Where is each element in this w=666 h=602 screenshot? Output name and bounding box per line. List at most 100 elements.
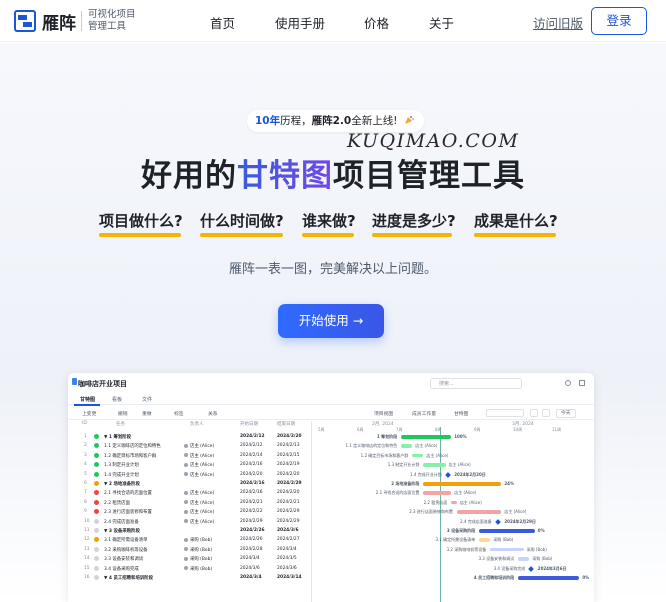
top-navbar: 雁阵 可视化项目 管理工具 首页 使用手册 价格 关于 访问旧版 登录 [0, 0, 666, 42]
owner-label: 店主 (Alice) [454, 490, 477, 496]
summary-bar[interactable] [423, 482, 502, 486]
tab-kanban[interactable]: 看板 [112, 396, 122, 403]
zoom-out-icon[interactable] [530, 409, 538, 417]
brand-tagline: 可视化项目 管理工具 [88, 9, 138, 33]
bar-label: 1 筹划阶段 [376, 434, 398, 439]
toolbar-change[interactable]: 上变更 [82, 410, 96, 417]
tab-gantt[interactable]: 甘特图 [80, 396, 95, 403]
brand-name[interactable]: 雁阵 [42, 9, 76, 34]
toolbar-relation[interactable]: 关系 [208, 410, 218, 417]
bar-label: 2.1 寻找合适的店面位置 [375, 490, 420, 496]
search-input[interactable]: 搜索... [430, 378, 522, 389]
settings-icon[interactable] [565, 380, 571, 386]
task-bar[interactable] [412, 453, 424, 458]
announcement-pill[interactable]: 10年历程，雁阵2.0全新上线! [247, 110, 424, 132]
avatar [184, 566, 188, 571]
row-id: 14 [84, 556, 90, 562]
milestone-marker[interactable] [528, 565, 535, 572]
nav-link-manual[interactable]: 使用手册 [275, 13, 325, 32]
toolbar-redo[interactable]: 重做 [142, 410, 152, 417]
table-row[interactable]: 12 3.1 确定所需设备清单 采购 (Bob) 2024/2/26 2024/2/27 [68, 535, 308, 544]
nav-link-about[interactable]: 关于 [429, 13, 454, 32]
row-id: 6 [84, 481, 87, 486]
login-button[interactable]: 登录 [591, 7, 647, 35]
nav-link-home[interactable]: 首页 [210, 13, 235, 32]
table-row[interactable]: 13 3.2 采购咖啡机等设备 采购 (Bob) 2024/2/28 2024/3/4 [68, 545, 308, 554]
row-id: 1 [84, 434, 87, 439]
row-start: 2024/2/29 [240, 518, 263, 524]
table-row[interactable]: 2 1.1 定义咖啡店的定位和特色 店主 (Alice) 2024/2/12 2024/… [68, 441, 308, 450]
table-row[interactable]: 8 2.2 租赁店面 店主 (Alice) 2024/2/21 2024/2/21 [68, 498, 308, 507]
task-bar[interactable] [490, 547, 524, 552]
date-label: 2024年2月29日 [504, 518, 536, 524]
toolbar-undo[interactable]: 撤销 [118, 410, 128, 417]
summary-bar[interactable] [479, 529, 535, 533]
row-owner: 采购 (Bob) [190, 557, 213, 563]
row-start: 2024/2/16 [240, 462, 263, 468]
table-row[interactable]: 4 1.3 制定开业计划 店主 (Alice) 2024/2/16 2024/2/19 [68, 460, 308, 469]
pill-text-1: 历程， [280, 115, 312, 127]
row-start: 2024/2/28 [240, 546, 263, 552]
date-label: 2024年3月6日 [537, 565, 567, 571]
old-version-link[interactable]: 访问旧版 [533, 13, 583, 32]
hero-title-suffix: 项目管理工具 [333, 158, 525, 194]
task-bar[interactable] [518, 557, 530, 561]
status-icon [94, 575, 99, 580]
row-owner: 店主 (Alice) [190, 519, 215, 525]
summary-bar[interactable] [401, 435, 452, 439]
tab-files[interactable]: 文件 [142, 396, 152, 403]
bar-label: 2.3 进行店面装修和布置 [409, 509, 453, 515]
today-button[interactable]: 今天 [556, 409, 576, 418]
task-bar[interactable] [456, 510, 502, 514]
avatar [184, 490, 188, 495]
row-id: 2 [84, 443, 87, 449]
pill-text-2: 全新上线! [351, 115, 398, 127]
fullscreen-icon[interactable] [579, 380, 585, 386]
table-row[interactable]: 6 ▼ 2 场地准备阶段 2024/2/16 2024/2/29 [68, 479, 308, 488]
hero-title-highlight: 甘特图 [237, 158, 333, 194]
zoom-in-icon[interactable] [542, 409, 550, 417]
row-start: 2024/2/12 [240, 443, 263, 449]
table-row[interactable]: 10 2.4 完成店面准备 店主 (Alice) 2024/2/29 2024/2/29 [68, 517, 308, 526]
table-row[interactable]: 5 1.4 完成开业计划 店主 (Alice) 2024/2/20 2024/2/20 [68, 470, 308, 479]
toolbar-label[interactable]: 标签 [174, 410, 184, 417]
task-bar[interactable] [451, 500, 457, 505]
table-row[interactable]: 9 2.3 进行店面装修和布置 店主 (Alice) 2024/2/22 2024/2/… [68, 507, 308, 516]
zoom-select[interactable] [486, 409, 524, 417]
toolbar-workload[interactable]: 成员工作量 [412, 410, 436, 417]
milestone-marker[interactable] [444, 471, 451, 478]
table-row[interactable]: 11 ▼ 3 设备采购阶段 2024/2/26 2024/3/6 [68, 526, 308, 535]
question-underline [474, 233, 556, 237]
status-icon [94, 546, 99, 552]
task-bar[interactable] [401, 444, 413, 448]
table-row[interactable]: 14 3.3 设备安装和调试 采购 (Bob) 2024/3/4 2024/3/5 [68, 554, 308, 563]
task-bar[interactable] [423, 491, 452, 495]
question-result: 成果是什么? [474, 212, 558, 230]
table-row[interactable]: 7 2.1 寻找合适的店面位置 店主 (Alice) 2024/2/16 2024/2/… [68, 488, 308, 497]
question-underline [99, 233, 181, 237]
row-task: 3.1 确定所需设备清单 [104, 538, 148, 544]
app-preview: 咖啡店开业项目 搜索... 甘特图 看板 文件 上变更 撤销 重做 标签 关系 … [68, 373, 594, 602]
task-bar[interactable] [423, 463, 446, 467]
table-row[interactable]: 15 3.4 设备采购完成 采购 (Bob) 2024/3/6 2024/3/6 [68, 564, 308, 573]
toolbar-project-view[interactable]: 项目视图 [374, 410, 393, 417]
row-id: 3 [84, 452, 87, 458]
brand-logo-icon[interactable] [14, 10, 36, 32]
nav-link-pricing[interactable]: 价格 [364, 13, 389, 32]
milestone-marker[interactable] [494, 518, 501, 525]
summary-bar[interactable] [518, 576, 580, 580]
row-task: 1.1 定义咖啡店的定位和特色 [104, 444, 161, 450]
table-row[interactable]: 3 1.2 确定目标市场和客户群 店主 (Alice) 2024/2/14 2024/2… [68, 451, 308, 460]
task-bar[interactable] [479, 538, 491, 542]
start-button[interactable]: 开始使用 → [278, 304, 384, 338]
table-row[interactable]: 16 ▼ 4 员工招聘和培训阶段 2024/3/4 2024/3/14 [68, 573, 308, 582]
document-icon [72, 378, 77, 385]
row-task: 1.4 完成开业计划 [104, 472, 139, 478]
project-title: 咖啡店开业项目 [78, 380, 127, 388]
row-end: 2024/2/29 [277, 509, 300, 515]
gantt-chart: 2月, 2024 3月, 2024 5周 6周 7周 8周 9周 10周 11周… [311, 421, 594, 602]
avatar [184, 547, 188, 552]
table-row[interactable]: 1 ▼ 1 筹划阶段 2024/2/12 2024/2/20 [68, 432, 308, 441]
status-icon [94, 434, 99, 439]
toolbar-gantt[interactable]: 甘特图 [454, 410, 468, 417]
